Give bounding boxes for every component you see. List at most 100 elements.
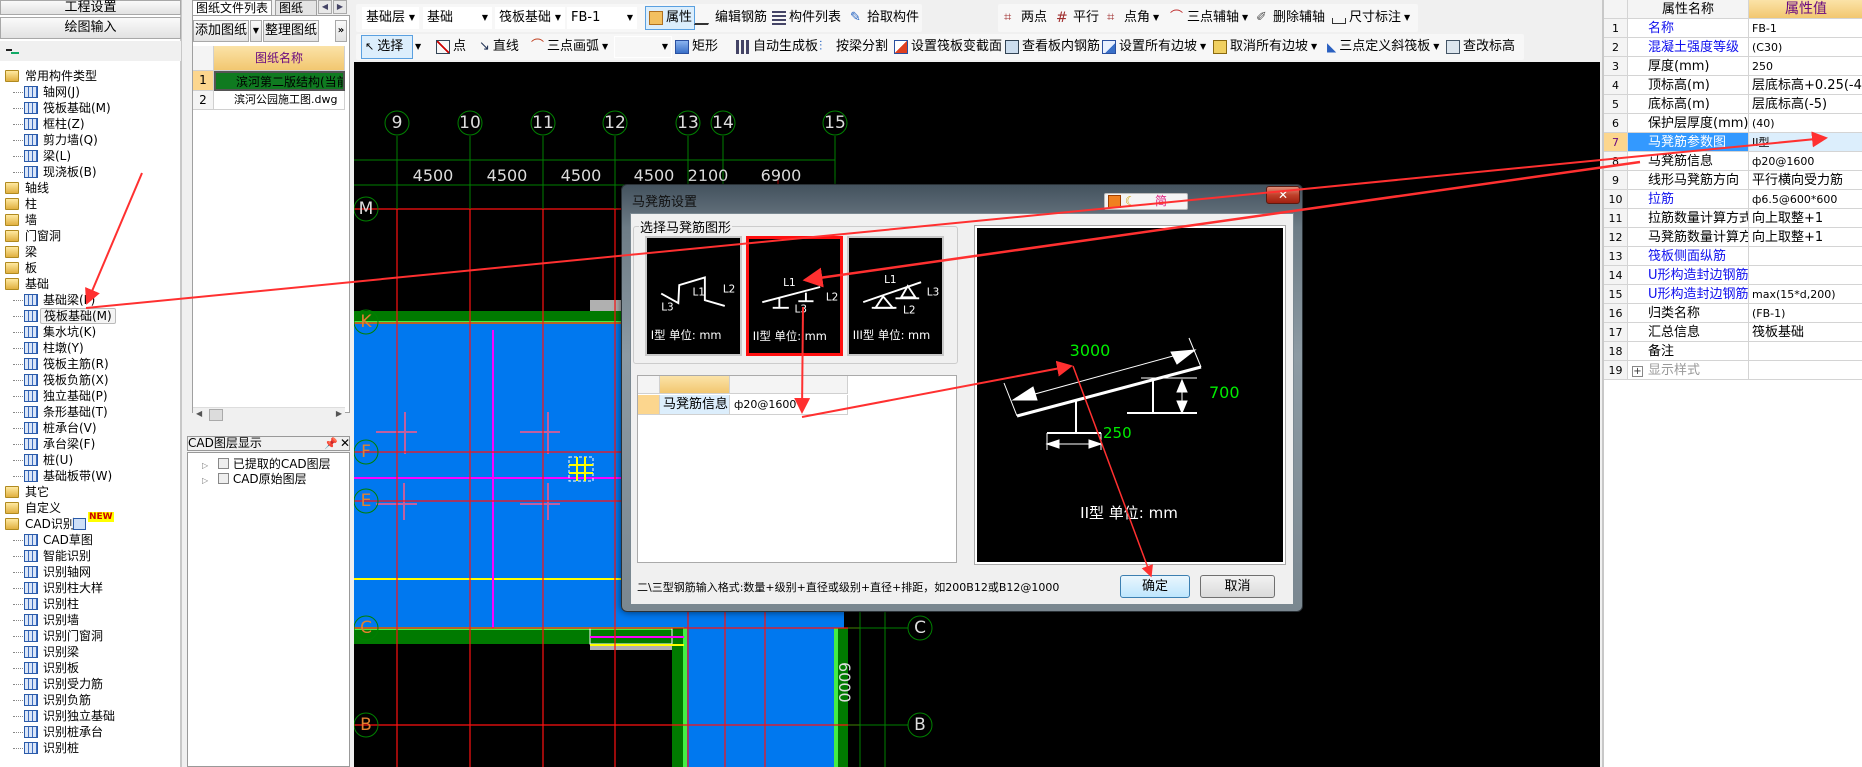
- prop-value-cell[interactable]: 平行横向受力筋: [1749, 171, 1862, 190]
- layer-item-extracted[interactable]: ▷ 已提取的CAD图层: [202, 455, 331, 471]
- prop-name-cell[interactable]: 厚度(mm): [1628, 57, 1749, 76]
- add-drawing-button[interactable]: 添加图纸: [193, 20, 249, 42]
- prop-value-cell[interactable]: ф6.5@600*600: [1749, 190, 1862, 209]
- prop-name-cell[interactable]: 名称: [1628, 19, 1749, 38]
- tree-item[interactable]: 识别门窗洞: [0, 628, 181, 644]
- tree-item[interactable]: 桩(U): [0, 452, 181, 468]
- slope-raft-button[interactable]: ◣ 三点定义斜筏板 ▼: [1327, 35, 1439, 59]
- rect-button[interactable]: 矩形: [675, 35, 718, 59]
- three-point-axis-button[interactable]: ⌒ 三点辅轴 ▼: [1170, 6, 1248, 30]
- scrollbar-thumb[interactable]: [209, 409, 223, 421]
- set-slopes-button[interactable]: 设置所有边坡 ▼: [1102, 35, 1206, 59]
- prop-name-cell[interactable]: 汇总信息: [1628, 323, 1749, 342]
- tree-item[interactable]: 梁: [0, 244, 181, 260]
- two-points-button[interactable]: ⌗ 两点: [1004, 6, 1047, 30]
- component-list-button[interactable]: 构件列表: [772, 6, 841, 30]
- tree-item[interactable]: 柱墩(Y): [0, 340, 181, 356]
- split-by-beam-button[interactable]: ⫶ 按梁分割: [819, 35, 888, 59]
- tree-item[interactable]: 筏板负筋(X): [0, 372, 181, 388]
- tree-item[interactable]: 墙: [0, 212, 181, 228]
- tree-item[interactable]: 识别负筋: [0, 692, 181, 708]
- layer-item-original[interactable]: ▷ CAD原始图层: [202, 470, 307, 486]
- shape-select[interactable]: ▼: [614, 36, 672, 58]
- component-type-select[interactable]: 筏板基础 ▼: [495, 7, 565, 29]
- organize-drawing-button[interactable]: 整理图纸: [263, 20, 319, 42]
- expand-icon[interactable]: ▷: [202, 476, 208, 485]
- scroll-left-icon[interactable]: ◀: [196, 409, 202, 418]
- cancel-slopes-button[interactable]: 取消所有边坡 ▼: [1213, 35, 1317, 59]
- tree-item[interactable]: 板: [0, 260, 181, 276]
- tree-item[interactable]: 常用构件类型: [0, 68, 181, 84]
- tree-item[interactable]: 承台梁(F): [0, 436, 181, 452]
- prop-name-cell[interactable]: 线形马凳筋方向: [1628, 171, 1749, 190]
- prop-name-cell[interactable]: + 显示样式: [1628, 361, 1749, 380]
- prop-value-cell[interactable]: 向上取整+1: [1749, 209, 1862, 228]
- drawing-row-current[interactable]: 滨河第二版结构(当前: [214, 71, 345, 91]
- view-rebar-button[interactable]: 查看板内钢筋: [1005, 35, 1100, 59]
- prop-name-cell[interactable]: 底标高(m): [1628, 95, 1749, 114]
- tab-scroll-left-icon[interactable]: ◀: [318, 0, 332, 14]
- prop-name-cell[interactable]: 拉筋: [1628, 190, 1749, 209]
- tree-item[interactable]: 柱: [0, 196, 181, 212]
- prop-header-value[interactable]: 属性值: [1749, 0, 1862, 19]
- ok-button[interactable]: 确定: [1120, 575, 1190, 598]
- tree-item[interactable]: 识别桩承台: [0, 724, 181, 740]
- prop-header-name[interactable]: 属性名称: [1628, 0, 1749, 19]
- stool-shape-option-2[interactable]: L1 L2 L3 II型 单位: mm: [746, 236, 843, 356]
- prop-value-cell[interactable]: [1749, 266, 1862, 285]
- prop-value-cell[interactable]: 层底标高(-5): [1749, 95, 1862, 114]
- chevron-down-icon[interactable]: ▼: [1242, 6, 1248, 30]
- prop-value-cell[interactable]: ф20@1600: [1749, 152, 1862, 171]
- ime-toolbar[interactable]: ☾ 简: [1104, 193, 1188, 210]
- prop-name-cell[interactable]: 归类名称: [1628, 304, 1749, 323]
- category-select[interactable]: 基础 ▼: [423, 7, 492, 29]
- scroll-right-icon[interactable]: ▶: [336, 409, 342, 418]
- prop-value-cell[interactable]: 向上取整+1: [1749, 228, 1862, 247]
- prop-value-cell[interactable]: [1749, 342, 1862, 361]
- tree-item[interactable]: CAD草图: [0, 532, 181, 548]
- prop-value-cell[interactable]: max(15*d,200): [1749, 285, 1862, 304]
- tree-item[interactable]: 识别受力筋: [0, 676, 181, 692]
- prop-name-cell[interactable]: 马凳筋数量计算方: [1628, 228, 1749, 247]
- tree-item[interactable]: 轴线: [0, 180, 181, 196]
- dimension-button[interactable]: 尺寸标注 ▼: [1332, 6, 1410, 30]
- chevron-down-icon[interactable]: ▼: [1433, 35, 1439, 59]
- prop-value-cell[interactable]: 筏板基础: [1749, 323, 1862, 342]
- tree-item[interactable]: 识别独立基础: [0, 708, 181, 724]
- tree-item[interactable]: 集水坑(K): [0, 324, 181, 340]
- prop-name-cell[interactable]: 拉筋数量计算方式: [1628, 209, 1749, 228]
- chevron-down-icon[interactable]: ▼: [1200, 35, 1206, 59]
- pin-icon[interactable]: 📌: [324, 437, 338, 450]
- tab-drawing-floor[interactable]: 图纸楼: [275, 0, 317, 15]
- floor-select[interactable]: 基础层 ▼: [362, 7, 419, 29]
- prop-value-cell[interactable]: (FB-1): [1749, 304, 1862, 323]
- tree-item[interactable]: 智能识别: [0, 548, 181, 564]
- line-button[interactable]: ↘ 直线: [479, 35, 519, 59]
- tree-item[interactable]: 框柱(Z): [0, 116, 181, 132]
- tree-item[interactable]: 识别柱: [0, 596, 181, 612]
- edit-rebar-button[interactable]: 编辑钢筋: [693, 6, 767, 30]
- set-section-button[interactable]: 设置筏板变截面: [894, 35, 1002, 59]
- tree-item[interactable]: 现浇板(B): [0, 164, 181, 180]
- tree-item[interactable]: 识别桩: [0, 740, 181, 756]
- tree-item[interactable]: 剪力墙(Q): [0, 132, 181, 148]
- stool-shape-option-1[interactable]: L1 L2 L3 I型 单位: mm: [645, 236, 742, 356]
- point-angle-button[interactable]: ⌗ 点角 ▼: [1107, 6, 1159, 30]
- collapse-icon[interactable]: [6, 49, 12, 51]
- tree-item[interactable]: 筏板基础(M): [0, 100, 181, 116]
- prop-name-cell[interactable]: 备注: [1628, 342, 1749, 361]
- tree-item[interactable]: 基础板带(W): [0, 468, 181, 484]
- chevron-down-icon[interactable]: ▼: [1153, 6, 1159, 30]
- component-select[interactable]: FB-1 ▼: [567, 7, 637, 29]
- close-icon[interactable]: ✕: [340, 437, 350, 450]
- tree-item[interactable]: 其它: [0, 484, 181, 500]
- column-header-drawing-name[interactable]: 图纸名称: [214, 46, 345, 71]
- tab-scroll-right-icon[interactable]: ▶: [333, 0, 347, 14]
- tree-item[interactable]: 基础梁(F): [0, 292, 181, 308]
- pick-component-button[interactable]: ✎ 拾取构件: [850, 6, 919, 30]
- project-settings-button[interactable]: 工程设置: [0, 0, 181, 15]
- prop-name-cell[interactable]: U形构造封边钢筋: [1628, 266, 1749, 285]
- add-drawing-dropdown-icon[interactable]: ▼: [250, 20, 262, 42]
- prop-value-cell[interactable]: II型: [1749, 133, 1862, 152]
- tree-item[interactable]: 桩承台(V): [0, 420, 181, 436]
